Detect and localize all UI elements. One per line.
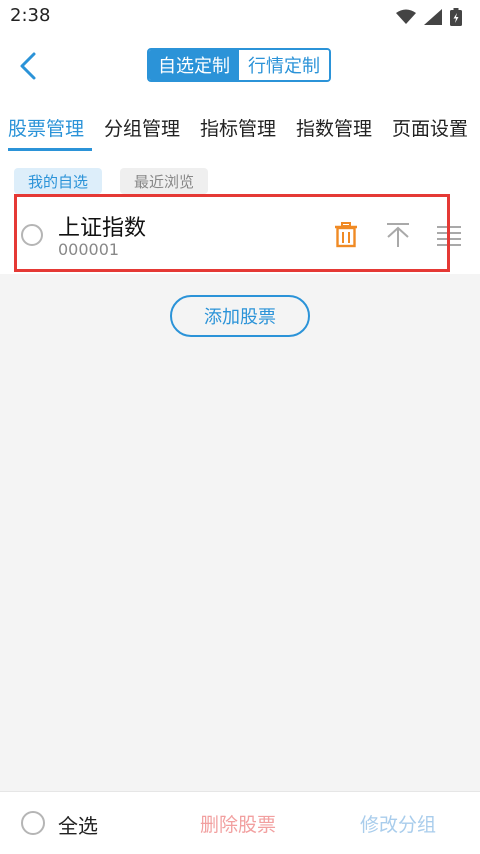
trash-icon (335, 222, 357, 248)
segment-market-custom[interactable]: 行情定制 (239, 50, 329, 80)
tab-page-settings[interactable]: 页面设置 (392, 114, 468, 141)
mode-segmented-control: 自选定制 行情定制 (147, 48, 331, 82)
arrow-to-top-icon (387, 223, 409, 247)
modify-group-button[interactable]: 修改分组 (360, 810, 436, 837)
status-time: 2:38 (10, 5, 51, 26)
wifi-icon (396, 9, 416, 24)
stock-name: 上证指数 (58, 216, 147, 241)
stock-code: 000001 (58, 240, 120, 259)
select-all-radio[interactable] (21, 811, 45, 835)
row-select-radio[interactable] (21, 224, 43, 246)
pin-top-button[interactable] (386, 222, 410, 252)
back-button[interactable] (14, 48, 46, 84)
drag-handle[interactable] (437, 225, 461, 251)
signal-icon (424, 9, 442, 25)
list-item[interactable]: 上证指数 000001 (0, 196, 480, 274)
tab-group-management[interactable]: 分组管理 (104, 114, 180, 141)
active-tab-indicator (8, 148, 92, 151)
segment-watchlist-custom[interactable]: 自选定制 (149, 50, 239, 80)
chip-recent-browse[interactable]: 最近浏览 (120, 168, 209, 194)
status-icons (396, 8, 462, 26)
drag-handle-icon (437, 226, 461, 246)
bottom-action-bar: 全选 删除股票 修改分组 (0, 791, 480, 854)
tab-indicator-management[interactable]: 指标管理 (200, 114, 276, 141)
chip-my-watchlist[interactable]: 我的自选 (14, 168, 103, 194)
tab-index-management[interactable]: 指数管理 (296, 114, 372, 141)
tab-stock-management[interactable]: 股票管理 (8, 114, 84, 141)
select-all-label[interactable]: 全选 (58, 810, 98, 839)
delete-button[interactable] (334, 222, 358, 252)
list-filter-chips: 我的自选 最近浏览 (0, 152, 480, 196)
delete-stocks-button[interactable]: 删除股票 (200, 810, 276, 837)
battery-icon (450, 8, 462, 26)
top-bar: 自选定制 行情定制 (0, 34, 480, 100)
chevron-left-icon (20, 52, 36, 80)
tab-bar: 股票管理 分组管理 指标管理 指数管理 页面设置 (0, 100, 480, 152)
add-stock-button[interactable]: 添加股票 (170, 295, 310, 337)
status-bar: 2:38 (0, 0, 480, 34)
